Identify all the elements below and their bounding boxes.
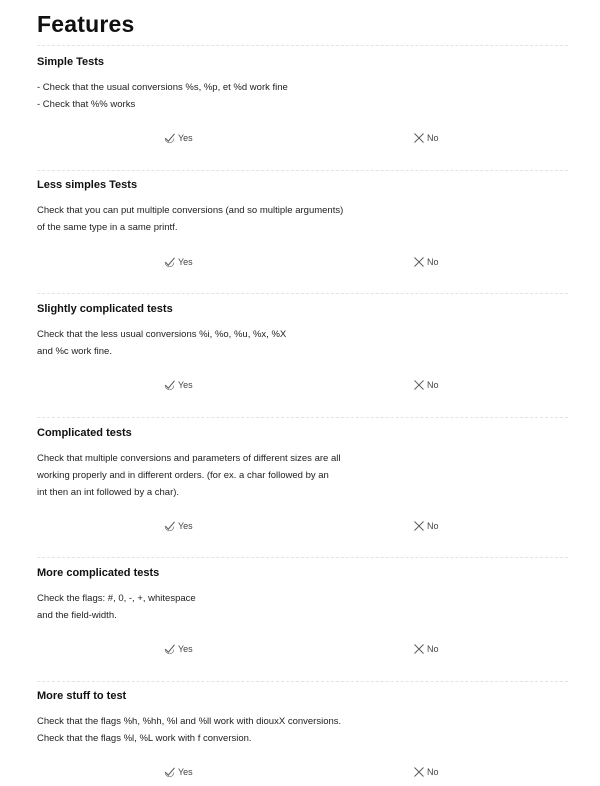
description-line: Check that the flags %l, %L work with f … xyxy=(37,733,252,744)
section-title: Less simples Tests xyxy=(37,179,138,191)
description-line: of the same type in a same printf. xyxy=(37,222,178,233)
section-title: Complicated tests xyxy=(37,427,132,439)
section-title: Simple Tests xyxy=(37,56,105,68)
section-description: Check that you can put multiple conversi… xyxy=(37,202,377,236)
section-description: Check the flags: #, 0, -, +, whitespace … xyxy=(37,590,377,624)
divider xyxy=(37,417,568,418)
description-line: working properly and in different orders… xyxy=(37,470,329,481)
yes-button[interactable]: Yes xyxy=(164,256,193,268)
yes-label: Yes xyxy=(178,133,193,143)
section-description: Check that the less usual conversions %i… xyxy=(37,326,377,360)
yes-button[interactable]: Yes xyxy=(164,379,193,391)
yes-label: Yes xyxy=(178,380,193,390)
description-line: - Check that %% works xyxy=(37,99,136,110)
check-icon xyxy=(164,132,176,144)
description-line: int then an int followed by a char). xyxy=(37,487,180,498)
no-button[interactable]: No xyxy=(413,643,439,655)
description-line: and %c work fine. xyxy=(37,346,112,357)
section-title: Slightly complicated tests xyxy=(37,303,173,315)
yes-button[interactable]: Yes xyxy=(164,766,193,778)
no-button[interactable]: No xyxy=(413,520,439,532)
no-label: No xyxy=(427,133,439,143)
section-description: Check that the flags %h, %hh, %l and %ll… xyxy=(37,713,377,747)
cross-icon xyxy=(413,379,425,391)
check-icon xyxy=(164,520,176,532)
cross-icon xyxy=(413,643,425,655)
divider xyxy=(37,557,568,558)
yes-button[interactable]: Yes xyxy=(164,643,193,655)
yes-label: Yes xyxy=(178,644,193,654)
no-label: No xyxy=(427,644,439,654)
divider xyxy=(37,45,568,46)
no-button[interactable]: No xyxy=(413,379,439,391)
cross-icon xyxy=(413,256,425,268)
description-line: - Check that the usual conversions %s, %… xyxy=(37,82,288,93)
yes-label: Yes xyxy=(178,521,193,531)
section-title: More stuff to test xyxy=(37,690,127,702)
section-title: More complicated tests xyxy=(37,567,160,579)
check-icon xyxy=(164,256,176,268)
yes-button[interactable]: Yes xyxy=(164,520,193,532)
description-line: and the field-width. xyxy=(37,610,117,621)
description-line: Check the flags: #, 0, -, +, whitespace xyxy=(37,593,196,604)
divider xyxy=(37,681,568,682)
check-icon xyxy=(164,379,176,391)
check-icon xyxy=(164,766,176,778)
divider xyxy=(37,170,568,171)
yes-label: Yes xyxy=(178,257,193,267)
no-label: No xyxy=(427,380,439,390)
no-button[interactable]: No xyxy=(413,256,439,268)
cross-icon xyxy=(413,520,425,532)
description-line: Check that you can put multiple conversi… xyxy=(37,205,344,216)
check-icon xyxy=(164,643,176,655)
no-label: No xyxy=(427,521,439,531)
cross-icon xyxy=(413,766,425,778)
yes-label: Yes xyxy=(178,767,193,777)
section-description: Check that multiple conversions and para… xyxy=(37,450,377,501)
no-label: No xyxy=(427,767,439,777)
no-button[interactable]: No xyxy=(413,766,439,778)
description-line: Check that the less usual conversions %i… xyxy=(37,329,287,340)
no-label: No xyxy=(427,257,439,267)
description-line: Check that multiple conversions and para… xyxy=(37,453,341,464)
description-line: Check that the flags %h, %hh, %l and %ll… xyxy=(37,716,342,727)
page-title: Features xyxy=(37,11,135,37)
yes-button[interactable]: Yes xyxy=(164,132,193,144)
no-button[interactable]: No xyxy=(413,132,439,144)
section-description: - Check that the usual conversions %s, %… xyxy=(37,79,377,113)
cross-icon xyxy=(413,132,425,144)
features-page: Features Simple Tests - Check that the u… xyxy=(0,0,600,786)
divider xyxy=(37,293,568,294)
